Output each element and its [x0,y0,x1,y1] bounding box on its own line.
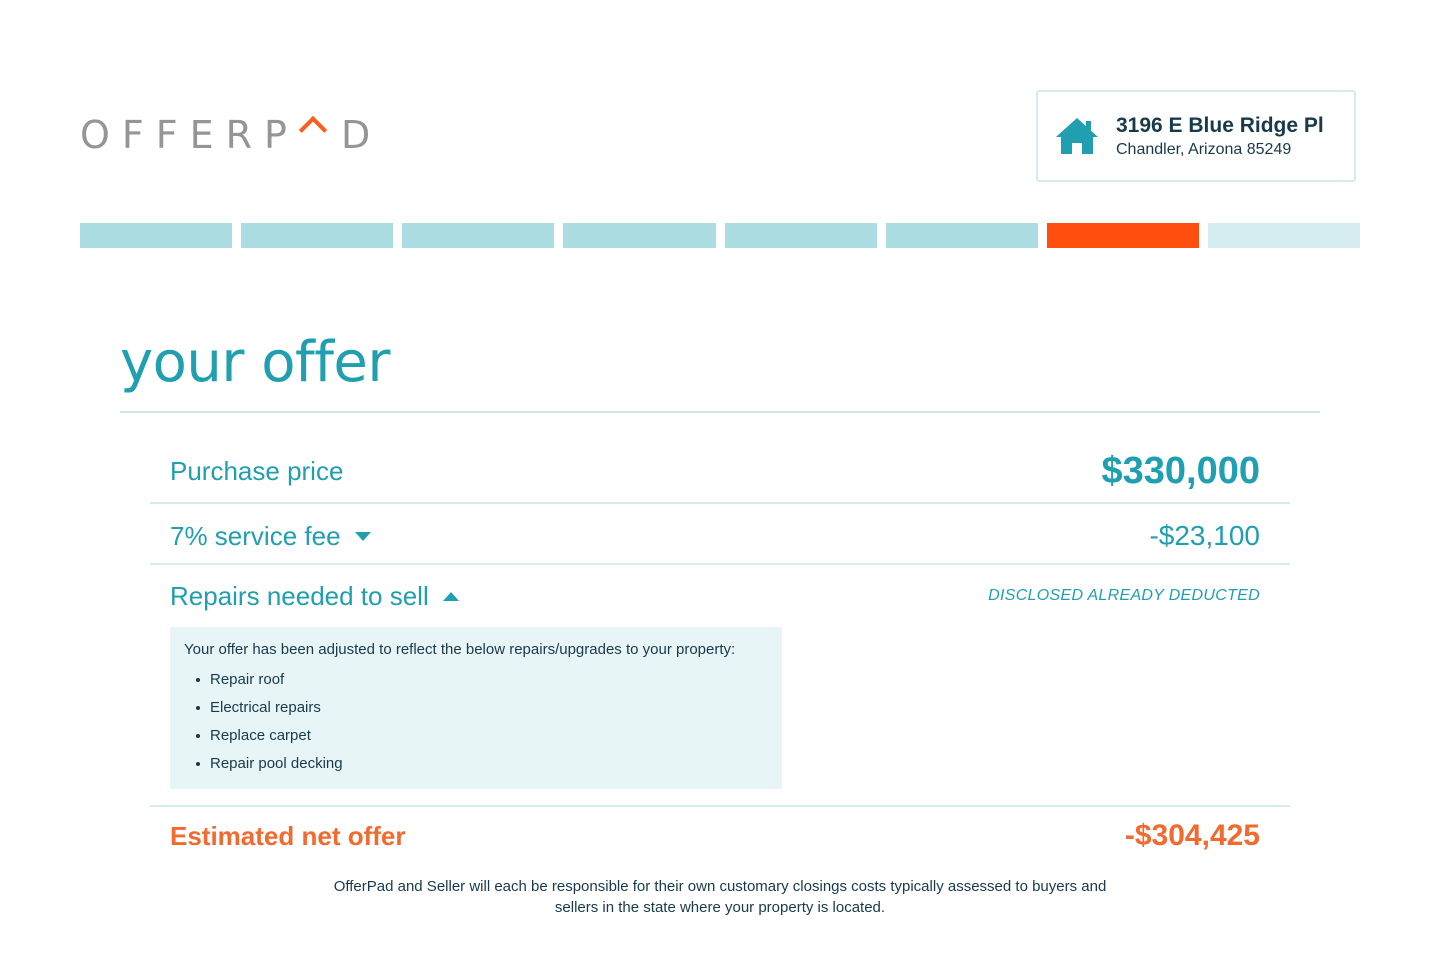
offerpad-logo[interactable]: OFFERP D [80,116,382,154]
progress-step-1 [80,223,233,248]
logo-caret-icon [299,116,329,154]
closing-costs-disclaimer: OfferPad and Seller will each be respons… [333,878,1107,916]
service-fee-toggle[interactable]: 7% service fee [170,521,371,552]
bullet-icon [196,678,200,682]
service-fee-label: 7% service fee [170,520,341,551]
list-item: Repair pool decking [196,750,768,778]
service-fee-row[interactable]: 7% service fee -$23,100 [150,508,1290,564]
address-street: 3196 E Blue Ridge Pl [1116,113,1324,137]
net-offer-row: Estimated net offer -$304,425 [150,810,1290,862]
chevron-up-icon[interactable] [442,591,459,601]
bullet-icon [196,734,200,738]
repairs-list: Repair roof Electrical repairs Replace c… [184,666,768,778]
net-offer-label: Estimated net offer [170,820,406,851]
repairs-label: Repairs needed to sell [170,580,429,611]
address-text: 3196 E Blue Ridge Pl Chandler, Arizona 8… [1116,113,1324,159]
repairs-toggle[interactable]: Repairs needed to sell [170,581,459,612]
purchase-price-row: Purchase price $330,000 [150,442,1290,500]
repairs-intro: Your offer has been adjusted to reflect … [184,641,736,658]
service-fee-value: -$23,100 [1149,520,1260,551]
purchase-price-label: Purchase price [170,455,344,486]
purchase-price-value: $330,000 [1101,449,1261,492]
progress-step-6 [885,223,1038,248]
net-offer-value: -$304,425 [1124,819,1260,852]
repairs-details-panel: Your offer has been adjusted to reflect … [170,627,782,789]
title-divider [120,411,1320,413]
page-title: your offer [120,330,390,395]
property-address-card: 3196 E Blue Ridge Pl Chandler, Arizona 8… [1036,90,1356,182]
progress-step-3 [402,223,555,248]
repairs-status: DISCLOSED ALREADY DEDUCTED [988,587,1260,604]
address-city: Chandler, Arizona 85249 [1116,141,1292,159]
repair-item-text: Repair roof [210,671,285,688]
row-divider [150,563,1290,565]
list-item: Replace carpet [196,722,768,750]
repairs-row[interactable]: Repairs needed to sell DISCLOSED ALREADY… [150,568,1290,624]
house-icon [1056,118,1098,154]
progress-step-5 [724,223,877,248]
row-divider [150,805,1290,807]
bullet-icon [196,706,200,710]
list-item: Repair roof [196,666,768,694]
bullet-icon [196,762,200,766]
chevron-down-icon[interactable] [354,531,371,541]
progress-step-2 [241,223,394,248]
step-progress-bar [80,223,1360,248]
progress-step-8 [1207,223,1360,248]
logo-text-right: D [340,113,383,157]
repair-item-text: Replace carpet [210,727,311,744]
list-item: Electrical repairs [196,694,768,722]
row-divider [150,502,1290,504]
progress-step-7 [1046,223,1199,248]
progress-step-4 [563,223,716,248]
logo-text-left: OFFERP [80,113,299,157]
repair-item-text: Repair pool decking [210,755,343,772]
repair-item-text: Electrical repairs [210,699,321,716]
